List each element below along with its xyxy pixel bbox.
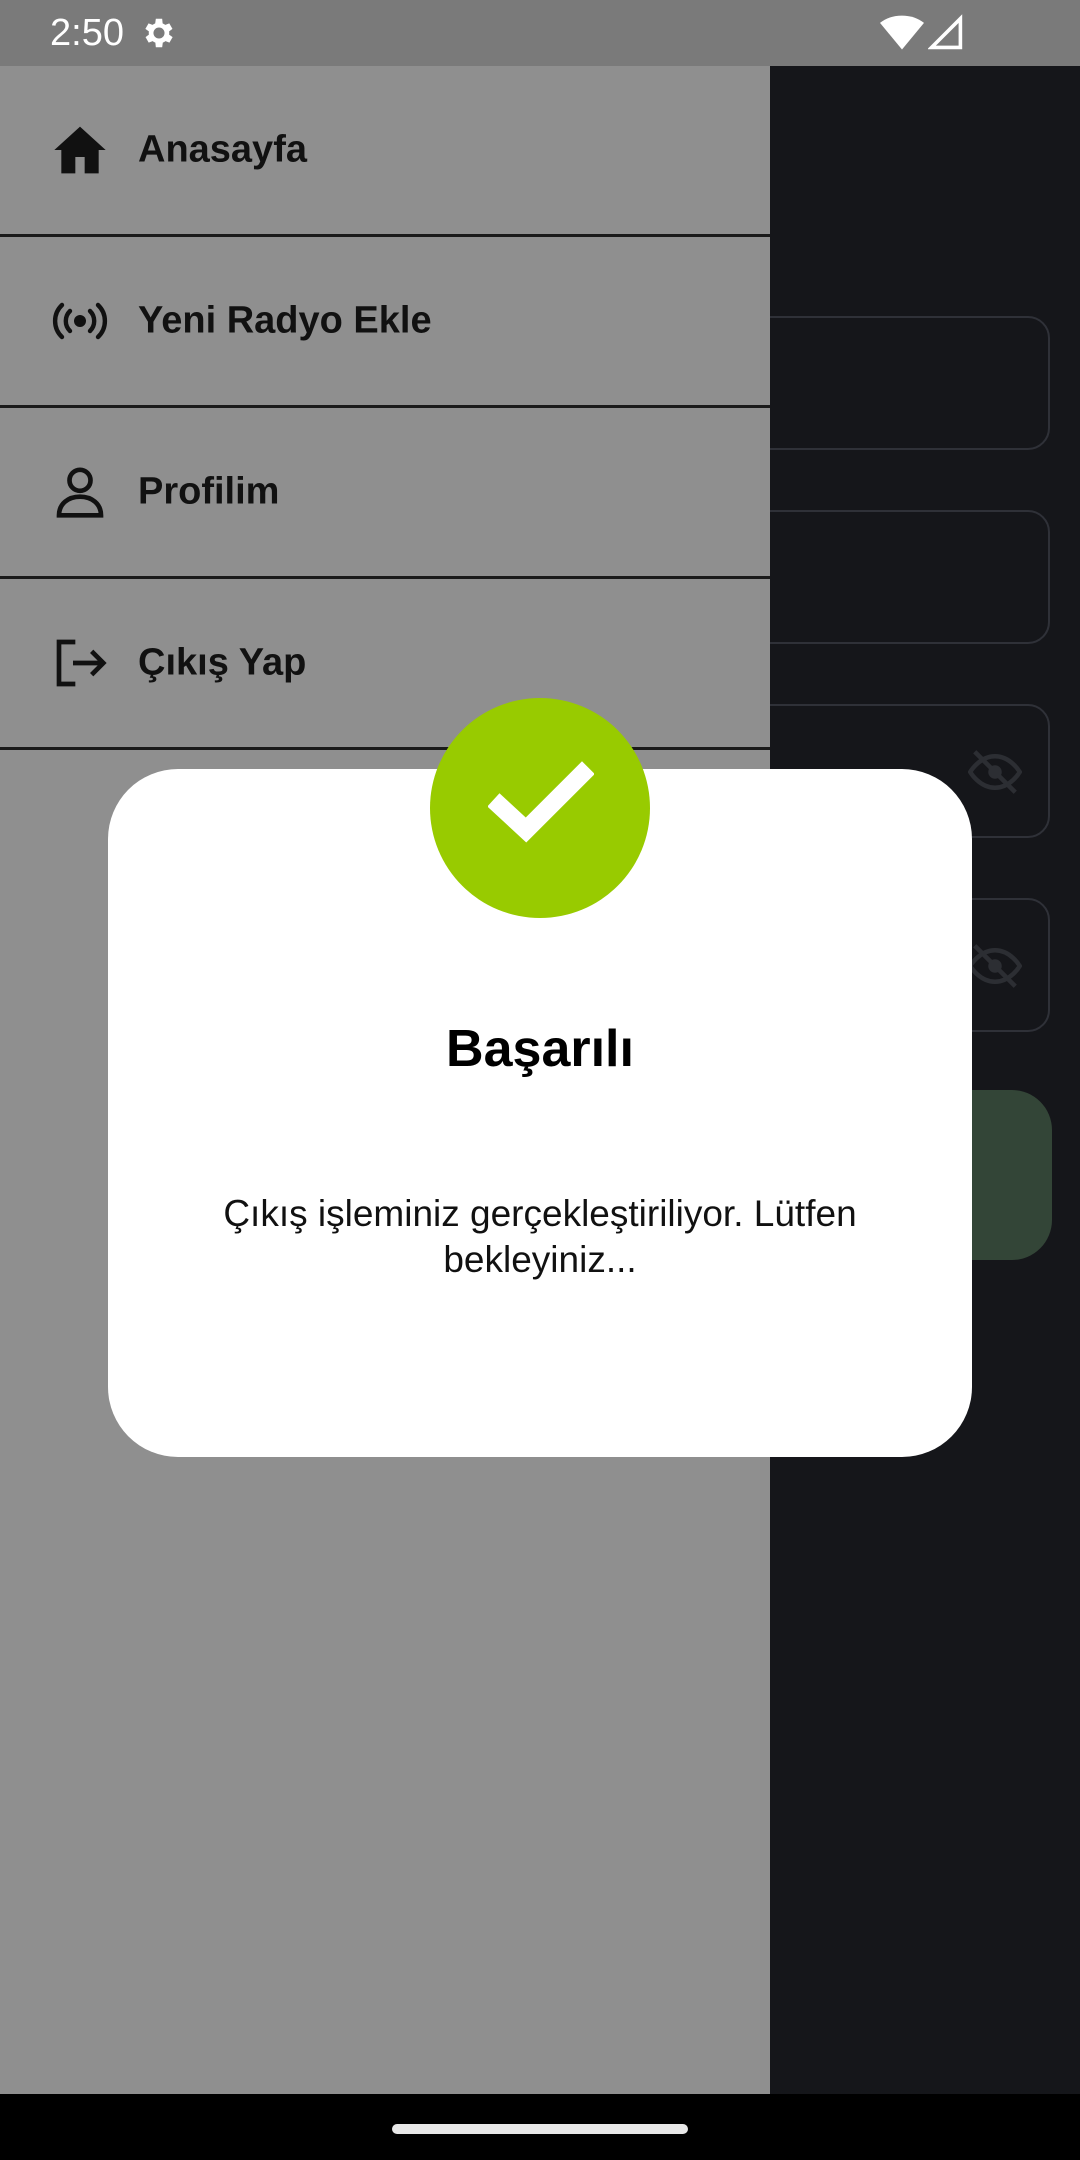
drawer-item-home[interactable]: Anasayfa xyxy=(0,66,770,237)
home-icon xyxy=(54,126,106,174)
signal-icon xyxy=(928,14,963,50)
status-bar: 2:50 xyxy=(0,0,1080,66)
drawer-item-label: Profilim xyxy=(138,470,280,513)
drawer-item-add-radio[interactable]: Yeni Radyo Ekle xyxy=(0,237,770,408)
drawer-item-logout[interactable]: Çıkış Yap xyxy=(0,579,770,750)
dialog-message: Çıkış işleminiz gerçekleştiriliyor. Lütf… xyxy=(223,1193,857,1280)
dialog-title: Başarılı xyxy=(446,1020,634,1078)
navigation-bar xyxy=(0,2094,1080,2160)
eye-off-icon[interactable] xyxy=(968,748,1022,796)
check-icon xyxy=(488,761,594,843)
status-time: 2:50 xyxy=(50,12,124,54)
home-gesture-handle[interactable] xyxy=(392,2124,688,2134)
wifi-icon xyxy=(880,15,924,50)
person-icon xyxy=(56,467,104,518)
success-badge xyxy=(430,698,650,918)
eye-off-icon[interactable] xyxy=(968,942,1022,990)
logout-icon xyxy=(56,639,107,687)
drawer-item-label: Çıkış Yap xyxy=(138,641,307,684)
gear-icon xyxy=(145,18,173,48)
drawer-item-profile[interactable]: Profilim xyxy=(0,408,770,579)
drawer-item-label: Yeni Radyo Ekle xyxy=(138,299,432,342)
radio-broadcast-icon xyxy=(52,302,108,340)
drawer-item-label: Anasayfa xyxy=(138,128,307,171)
